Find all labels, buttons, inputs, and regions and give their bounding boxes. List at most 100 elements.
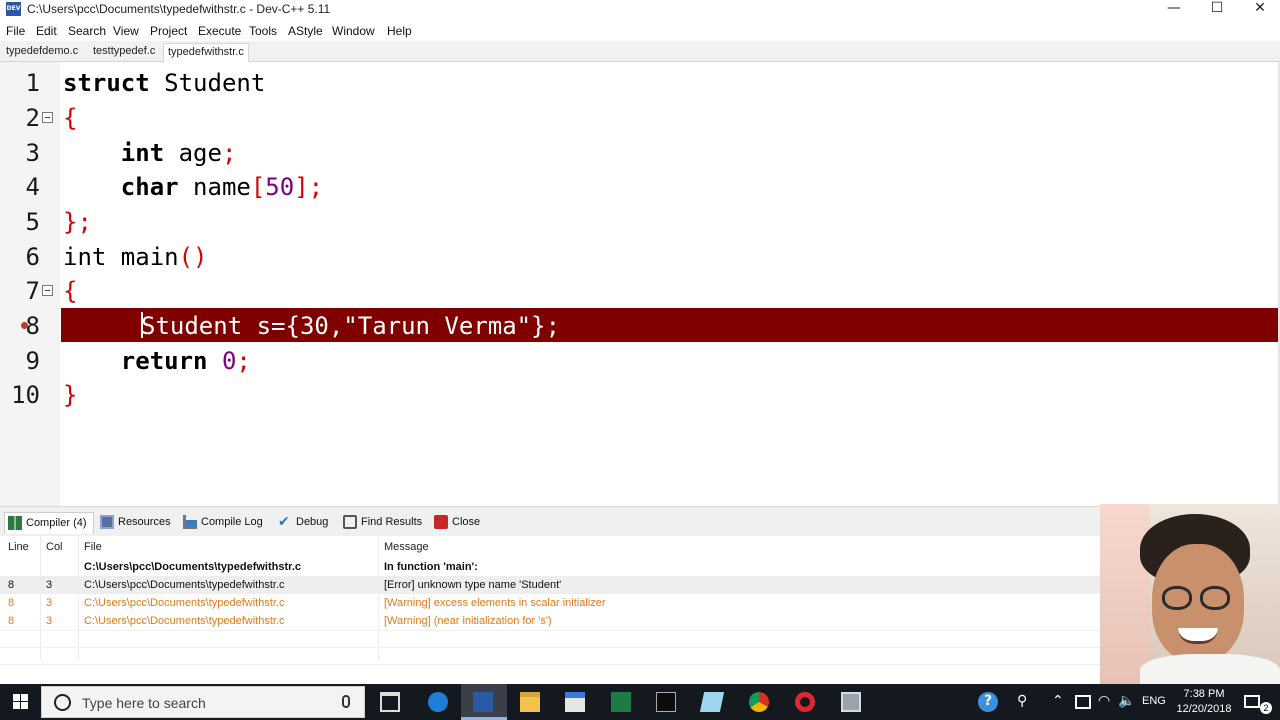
tab-find-results[interactable]: Find Results [343, 512, 422, 534]
wifi-icon[interactable]: ◠ [1098, 692, 1110, 710]
close-window-button[interactable]: ✕ [1238, 0, 1280, 20]
compile-log-icon [183, 515, 197, 530]
webcam-background [1100, 504, 1150, 684]
column-header-file[interactable]: File [84, 540, 102, 554]
file-cell: C:\Users\pcc\Documents\typedefwithstr.c [84, 579, 285, 591]
symbol: { [63, 104, 78, 132]
calculator-icon[interactable] [841, 692, 861, 712]
code-editor[interactable]: 1 2 3 4 5 6 7 8 9 10 struct Student { in… [0, 62, 1280, 506]
maximize-button[interactable]: ☐ [1195, 0, 1239, 20]
line-cell: 8 [8, 579, 15, 591]
table-row[interactable]: 8 3 C:\Users\pcc\Documents\typedefwithst… [0, 612, 1102, 630]
tab-label: Compiler (4) [26, 517, 87, 530]
menu-tools[interactable]: Tools [249, 23, 277, 39]
line-number: 5 [25, 208, 40, 236]
fold-toggle-icon[interactable] [42, 285, 53, 296]
column-header-col[interactable]: Col [46, 540, 63, 554]
menu-search[interactable]: Search [68, 23, 106, 39]
col-cell: 3 [46, 615, 53, 627]
tab-compile-log[interactable]: Compile Log [183, 512, 263, 534]
tab-resources[interactable]: Resources [100, 512, 171, 534]
code-line-7: { [63, 274, 77, 308]
tab-label: Close [452, 516, 481, 529]
terminal-icon[interactable] [656, 692, 676, 712]
bottom-panel-tabs: Compiler (4) Resources Compile Log ✔ Debu… [0, 506, 1102, 536]
edge-icon[interactable] [428, 692, 448, 712]
row-divider [0, 647, 1102, 648]
menu-edit[interactable]: Edit [36, 23, 57, 39]
devcpp-taskbar-button[interactable] [461, 684, 507, 720]
table-row[interactable]: C:\Users\pcc\Documents\typedefwithstr.c … [0, 558, 1102, 576]
compiler-messages-table[interactable]: Line Col File Message C:\Users\pcc\Docum… [0, 536, 1102, 684]
people-icon[interactable]: ⚲ [1017, 692, 1027, 710]
fold-toggle-icon[interactable] [42, 112, 53, 123]
find-results-icon [343, 515, 357, 530]
row-divider [0, 664, 1102, 665]
clock[interactable]: 7:38 PM 12/20/2018 [1176, 687, 1232, 717]
symbol: ; [221, 139, 237, 167]
presenter-webcam-overlay [1100, 504, 1280, 684]
column-header-line[interactable]: Line [8, 540, 29, 554]
identifier: age [164, 139, 222, 167]
minimize-button[interactable]: — [1152, 0, 1196, 20]
chrome-icon[interactable] [749, 692, 769, 712]
symbol: () [178, 243, 208, 271]
col-cell: 3 [46, 597, 53, 609]
line-number: 8 [25, 312, 40, 340]
input-language[interactable]: ENG [1142, 694, 1166, 709]
tab-debug[interactable]: ✔ Debug [278, 512, 328, 534]
cortana-icon [54, 694, 71, 711]
menu-help[interactable]: Help [387, 23, 412, 39]
menu-window[interactable]: Window [332, 23, 375, 39]
start-button[interactable] [0, 684, 40, 720]
identifier: name [178, 173, 251, 201]
table-row[interactable]: 8 3 C:\Users\pcc\Documents\typedefwithst… [0, 576, 1102, 594]
keyword: int [63, 243, 107, 271]
file-tab-testtypedef[interactable]: testtypedef.c [89, 43, 159, 62]
line-number: 6 [25, 243, 40, 271]
presenter-glasses [1200, 586, 1230, 610]
store-icon[interactable] [565, 692, 585, 712]
menu-file[interactable]: File [6, 23, 25, 39]
task-view-icon[interactable] [380, 692, 400, 712]
tab-label: Debug [296, 516, 329, 529]
text-caret [141, 312, 143, 338]
message-cell: [Warning] (near initialization for 's') [384, 615, 552, 627]
tab-compiler[interactable]: Compiler (4) [4, 512, 94, 534]
symbol: ; [236, 347, 251, 375]
microphone-icon[interactable] [342, 695, 350, 708]
battery-icon[interactable] [1075, 695, 1091, 709]
help-icon[interactable]: ? [978, 692, 998, 712]
keyword: char [120, 173, 179, 201]
menu-project[interactable]: Project [150, 23, 187, 39]
col-cell: 3 [46, 579, 53, 591]
line-cell: 8 [8, 615, 15, 627]
close-panel-icon [434, 515, 448, 530]
file-cell: C:\Users\pcc\Documents\typedefwithstr.c [84, 561, 302, 573]
notification-center-icon[interactable] [1244, 695, 1260, 708]
chevron-up-icon[interactable]: ⌃ [1052, 692, 1064, 710]
menu-astyle[interactable]: AStyle [288, 23, 323, 39]
file-cell: C:\Users\pcc\Documents\typedefwithstr.c [84, 615, 285, 627]
volume-icon[interactable]: 🔈 [1118, 692, 1135, 710]
table-row[interactable]: 8 3 C:\Users\pcc\Documents\typedefwithst… [0, 594, 1102, 612]
line-number: 1 [25, 69, 40, 97]
file-tab-typedefdemo[interactable]: typedefdemo.c [2, 43, 82, 62]
line-number: 4 [25, 173, 40, 201]
identifier: main [106, 243, 179, 271]
excel-icon[interactable] [611, 692, 631, 712]
opera-icon[interactable] [795, 692, 815, 712]
line-number: 7 [25, 277, 40, 305]
title-bar: DEV C:\Users\pcc\Documents\typedefwithst… [0, 0, 1280, 20]
close-panel-button[interactable]: Close [434, 512, 480, 534]
windows-taskbar: Type here to search ? ⚲ ⌃ ◠ 🔈 ENG 7:38 P… [0, 684, 1280, 720]
menu-execute[interactable]: Execute [198, 23, 241, 39]
file-tab-typedefwithstr[interactable]: typedefwithstr.c [163, 43, 249, 62]
tab-label: Resources [118, 516, 171, 529]
taskbar-search-box[interactable]: Type here to search [41, 686, 365, 718]
file-explorer-icon[interactable] [520, 692, 540, 712]
message-cell: [Warning] excess elements in scalar init… [384, 597, 606, 609]
notepad-icon[interactable] [699, 692, 725, 712]
column-header-message[interactable]: Message [384, 540, 429, 554]
menu-view[interactable]: View [113, 23, 139, 39]
